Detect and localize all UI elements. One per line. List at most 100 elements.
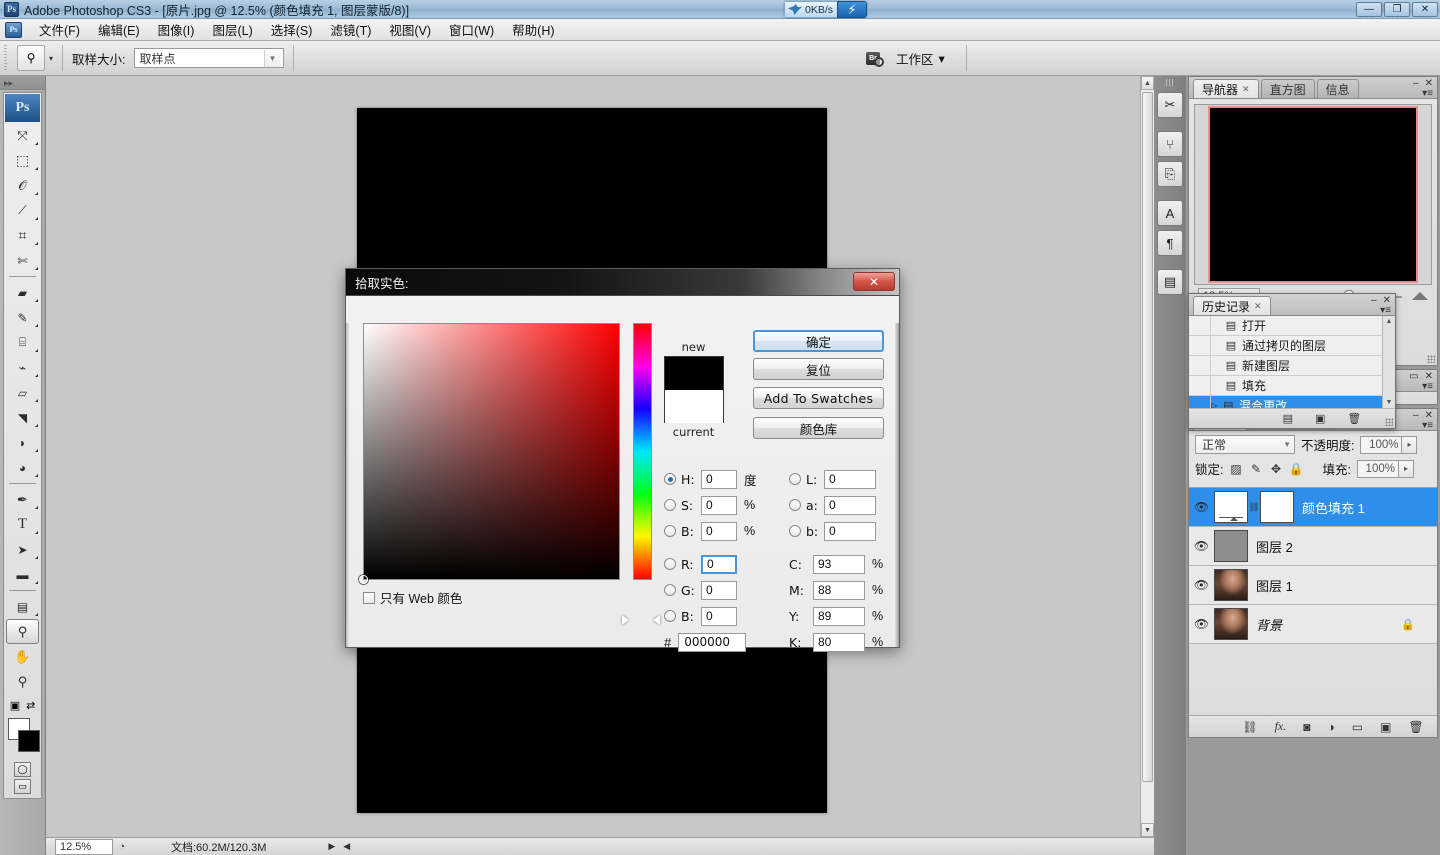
move-tool[interactable]: ⤧: [4, 123, 41, 148]
preview-icon[interactable]: ◔: [113, 839, 131, 855]
input-b-blue[interactable]: 0: [701, 606, 737, 626]
layer-thumbnail[interactable]: [1214, 569, 1248, 601]
hex-row[interactable]: # 000000: [664, 629, 757, 655]
options-bar-grip[interactable]: [2, 45, 11, 71]
radio-b-blue-icon[interactable]: [664, 610, 676, 622]
tab-histogram[interactable]: 直方图: [1260, 79, 1315, 98]
layer-row[interactable]: 👁 背景 🔒: [1189, 605, 1437, 644]
menu-item-select[interactable]: 选择(S): [262, 18, 322, 41]
field-row-r[interactable]: R: 0: [664, 551, 757, 577]
input-c[interactable]: 93: [813, 554, 865, 574]
opacity-stepper-icon[interactable]: ▸: [1402, 435, 1418, 454]
field-row-b-brightness[interactable]: B: 0 %: [664, 518, 757, 544]
layer-thumbnail[interactable]: [1214, 530, 1248, 562]
blend-mode-select[interactable]: 正常 ▼: [1195, 435, 1295, 454]
eyedropper-icon[interactable]: ⚲: [17, 45, 45, 71]
navigator-thumbnail[interactable]: [1208, 106, 1418, 283]
reset-button[interactable]: 复位: [753, 358, 884, 380]
scroll-thumb[interactable]: [1142, 92, 1153, 782]
input-lab-b[interactable]: 0: [824, 521, 876, 541]
lasso-tool[interactable]: 𝒪: [4, 173, 41, 198]
paragraph-icon[interactable]: ¶: [1157, 230, 1183, 256]
path-selection-tool[interactable]: ➤: [4, 537, 41, 562]
hue-slider[interactable]: [633, 323, 652, 580]
menu-item-file[interactable]: 文件(F): [30, 18, 89, 41]
history-snapshot-checkbox[interactable]: [1189, 336, 1211, 355]
notes-tool[interactable]: ▤: [4, 594, 41, 619]
rectangle-shape-tool[interactable]: ▬: [4, 562, 41, 587]
layer-style-icon[interactable]: fx.: [1275, 719, 1287, 734]
menu-item-window[interactable]: 窗口(W): [440, 18, 503, 41]
type-tool[interactable]: T: [4, 512, 41, 537]
navigator-panel-menu-icon[interactable]: ▾≡: [1422, 88, 1433, 99]
input-b-brightness[interactable]: 0: [701, 521, 737, 541]
status-left-arrow-icon[interactable]: ◀: [343, 841, 350, 852]
menu-item-view[interactable]: 视图(V): [380, 18, 440, 41]
field-row-lab-b[interactable]: b: 0: [789, 518, 883, 544]
history-brush-tool[interactable]: ⌁: [4, 355, 41, 380]
toolbox-collapse-button[interactable]: ▸▸: [0, 76, 45, 90]
swap-colors-icon[interactable]: ⇄: [26, 699, 35, 712]
sample-size-select[interactable]: 取样点 ▼: [133, 48, 284, 68]
photoshop-small-icon[interactable]: Ps: [5, 21, 22, 38]
bolt-icon[interactable]: ⚡: [837, 1, 868, 18]
field-row-y[interactable]: Y: 89 %: [789, 603, 883, 629]
navigator-resize-grip[interactable]: [1427, 355, 1435, 363]
new-snapshot-icon[interactable]: ▣: [1315, 412, 1325, 425]
minimize-icon[interactable]: –: [1371, 295, 1377, 306]
minimize-icon[interactable]: –: [1413, 410, 1419, 421]
tool-preset-chevron-down-icon[interactable]: ▾: [49, 54, 53, 63]
saturation-value-field[interactable]: [359, 323, 620, 584]
close-button[interactable]: ✕: [1412, 2, 1438, 17]
dodge-tool[interactable]: ◕: [4, 455, 41, 480]
lock-all-icon[interactable]: 🔒: [1289, 462, 1304, 476]
menu-item-image[interactable]: 图像(I): [149, 18, 204, 41]
lock-position-icon[interactable]: ✥: [1269, 462, 1282, 476]
color-field-marker[interactable]: [359, 575, 368, 584]
history-panel-menu-icon[interactable]: ▾≡: [1380, 305, 1391, 316]
input-y[interactable]: 89: [813, 606, 865, 626]
marquee-tool[interactable]: ⬚: [4, 148, 41, 173]
layer-row[interactable]: 👁 图层 2: [1189, 527, 1437, 566]
close-icon[interactable]: ✕: [1242, 84, 1250, 95]
layer-comps-icon[interactable]: ▤: [1157, 269, 1183, 295]
field-row-m[interactable]: M: 88 %: [789, 577, 883, 603]
eye-icon[interactable]: 👁: [1189, 500, 1214, 514]
menu-item-edit[interactable]: 编辑(E): [89, 18, 149, 41]
field-row-g[interactable]: G: 0: [664, 577, 757, 603]
dock-grip[interactable]: |||: [1154, 76, 1186, 88]
standard-screen-mode-icon[interactable]: ▭: [14, 779, 31, 794]
radio-g-icon[interactable]: [664, 584, 676, 596]
quick-mask-icon[interactable]: ◯: [14, 762, 31, 777]
color-panel-menu-icon[interactable]: ▾≡: [1422, 381, 1433, 392]
chevron-down-icon[interactable]: ▼: [263, 49, 281, 67]
crop-tool[interactable]: ⌗: [4, 223, 41, 248]
current-color-swatch[interactable]: [664, 390, 723, 423]
new-document-from-state-icon[interactable]: ▤: [1283, 412, 1293, 425]
clone-stamp-tool[interactable]: ⌸: [4, 330, 41, 355]
input-r[interactable]: 0: [701, 554, 737, 574]
layer-row[interactable]: 👁 图层 1: [1189, 566, 1437, 605]
radio-s-icon[interactable]: [664, 499, 676, 511]
input-g[interactable]: 0: [701, 580, 737, 600]
history-snapshot-checkbox[interactable]: [1189, 376, 1211, 395]
paint-bucket-tool[interactable]: ◥: [4, 405, 41, 430]
input-s[interactable]: 0: [701, 495, 737, 515]
eye-icon[interactable]: 👁: [1189, 578, 1214, 592]
lock-pixels-icon[interactable]: ✎: [1249, 462, 1262, 476]
tool-presets-icon[interactable]: ✂: [1157, 92, 1183, 118]
tab-history[interactable]: 历史记录 ✕: [1193, 296, 1271, 315]
input-m[interactable]: 88: [813, 580, 865, 600]
close-button[interactable]: ✕: [853, 272, 895, 291]
slice-tool[interactable]: ✄: [4, 248, 41, 273]
history-item[interactable]: ▤ 打开: [1189, 316, 1395, 336]
input-k[interactable]: 80: [813, 632, 865, 652]
delete-state-icon[interactable]: 🗑: [1347, 412, 1361, 425]
minimize-icon[interactable]: ▭: [1409, 371, 1418, 382]
healing-brush-tool[interactable]: ▰: [4, 280, 41, 305]
minimize-button[interactable]: —: [1356, 2, 1382, 17]
default-colors-icon[interactable]: ▣: [10, 699, 20, 712]
brushes-icon[interactable]: ⑂: [1157, 131, 1183, 157]
navigator-thumbnail-area[interactable]: [1194, 104, 1432, 285]
history-snapshot-checkbox[interactable]: [1189, 316, 1211, 335]
